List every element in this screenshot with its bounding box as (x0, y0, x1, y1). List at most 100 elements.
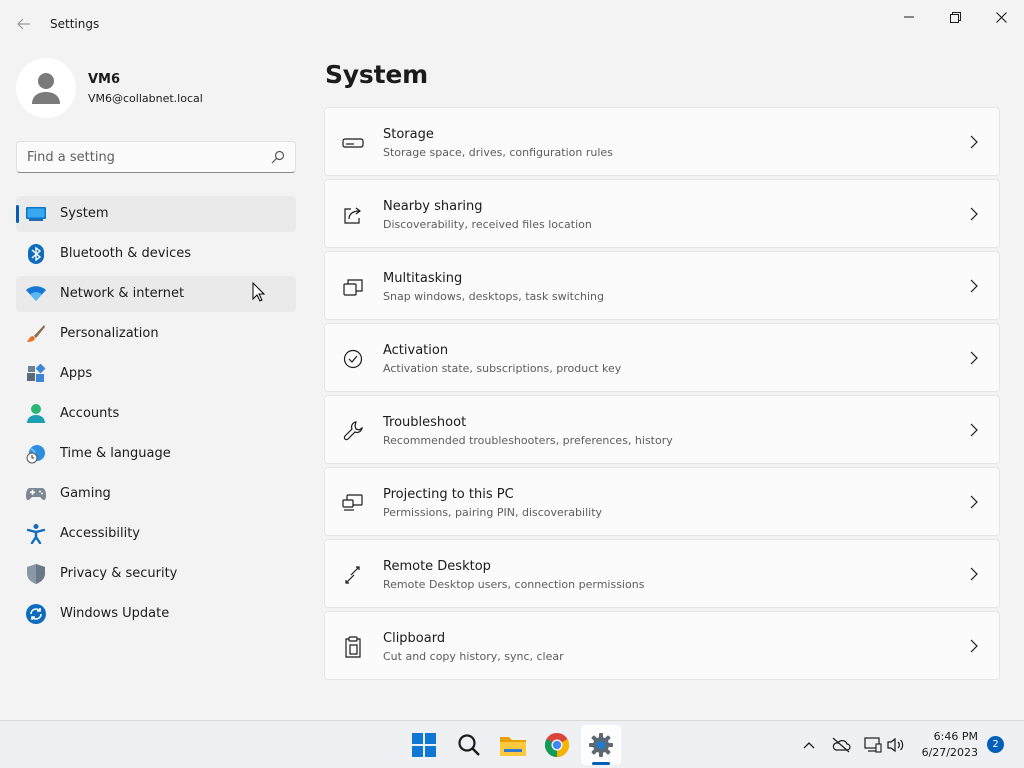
file-explorer-icon (500, 737, 526, 756)
taskbar-start-button[interactable] (404, 725, 444, 765)
clock-time: 6:46 PM (933, 730, 978, 743)
card-title: Clipboard (383, 631, 446, 646)
sidebar-item-bluetooth[interactable]: Bluetooth & devices (16, 236, 296, 272)
share-icon (342, 204, 364, 226)
sidebar-item-label: Windows Update (60, 606, 170, 621)
search-icon[interactable] (271, 150, 285, 164)
sidebar-item-label: Time & language (60, 446, 171, 461)
tray-overflow-button[interactable] (799, 735, 819, 755)
activation-card[interactable]: Activation Activation state, subscriptio… (324, 323, 1000, 392)
cloud-offline-icon (832, 737, 851, 753)
troubleshoot-card[interactable]: Troubleshoot Recommended troubleshooters… (324, 395, 1000, 464)
chevron-right-icon (970, 567, 978, 581)
update-icon (26, 604, 46, 624)
user-profile[interactable]: VM6 VM6@collabnet.local (16, 58, 296, 118)
wrench-icon (342, 420, 364, 442)
close-button[interactable] (978, 4, 1024, 30)
taskbar-search-button[interactable] (449, 725, 489, 765)
page-title: System (325, 60, 428, 89)
chevron-right-icon (970, 135, 978, 149)
clipboard-icon (342, 636, 364, 658)
sidebar-item-system[interactable]: System (16, 196, 296, 232)
search-input[interactable] (27, 148, 267, 166)
user-email: VM6@collabnet.local (88, 92, 203, 105)
card-subtitle: Remote Desktop users, connection permiss… (383, 578, 645, 591)
sidebar-item-label: Privacy & security (60, 566, 178, 581)
chevron-right-icon (970, 279, 978, 293)
multitasking-card[interactable]: Multitasking Snap windows, desktops, tas… (324, 251, 1000, 320)
shield-icon (26, 564, 46, 584)
taskbar-clock[interactable]: 6:46 PM 6/27/2023 (900, 729, 978, 761)
system-icon (26, 204, 46, 224)
remote-desktop-card[interactable]: Remote Desktop Remote Desktop users, con… (324, 539, 1000, 608)
projecting-card[interactable]: Projecting to this PC Permissions, pairi… (324, 467, 1000, 536)
gamepad-icon (26, 484, 46, 504)
taskbar: 6:46 PM 6/27/2023 2 (0, 720, 1024, 768)
back-button[interactable] (10, 12, 38, 36)
sidebar-item-time-language[interactable]: Time & language (16, 436, 296, 472)
card-title: Nearby sharing (383, 199, 483, 214)
sidebar-item-label: System (60, 206, 109, 221)
sidebar-item-label: Network & internet (60, 286, 185, 301)
sidebar-nav: System Bluetooth & devices Network & int… (16, 196, 296, 636)
chevron-right-icon (970, 495, 978, 509)
card-subtitle: Discoverability, received files location (383, 218, 592, 231)
active-app-indicator (592, 762, 610, 765)
sidebar-item-gaming[interactable]: Gaming (16, 476, 296, 512)
sidebar-item-label: Accessibility (60, 526, 140, 541)
sidebar-item-privacy-security[interactable]: Privacy & security (16, 556, 296, 592)
card-subtitle: Activation state, subscriptions, product… (383, 362, 622, 375)
chrome-icon (545, 733, 569, 757)
settings-list: Storage Storage space, drives, configura… (324, 107, 1000, 683)
sidebar-item-label: Personalization (60, 326, 159, 341)
chevron-right-icon (970, 423, 978, 437)
chevron-right-icon (970, 207, 978, 221)
sidebar-item-accessibility[interactable]: Accessibility (16, 516, 296, 552)
card-title: Projecting to this PC (383, 487, 514, 502)
card-title: Activation (383, 343, 449, 358)
avatar (16, 58, 76, 118)
sidebar-item-label: Apps (60, 366, 93, 381)
back-arrow-icon (17, 18, 30, 30)
chevron-right-icon (970, 351, 978, 365)
clipboard-card[interactable]: Clipboard Cut and copy history, sync, cl… (324, 611, 1000, 680)
tray-onedrive[interactable] (831, 735, 851, 755)
minimize-button[interactable] (886, 4, 932, 30)
sidebar-item-accounts[interactable]: Accounts (16, 396, 296, 432)
remote-desktop-icon (342, 564, 364, 586)
title-bar: Settings (0, 0, 1024, 48)
globe-clock-icon (26, 444, 46, 464)
chevron-right-icon (970, 639, 978, 653)
close-icon (995, 11, 1007, 23)
storage-card[interactable]: Storage Storage space, drives, configura… (324, 107, 1000, 176)
search-box[interactable] (16, 141, 296, 173)
sidebar-item-apps[interactable]: Apps (16, 356, 296, 392)
card-title: Remote Desktop (383, 559, 491, 574)
bluetooth-icon (26, 244, 46, 264)
sidebar-item-label: Bluetooth & devices (60, 246, 191, 261)
mouse-cursor-icon (252, 282, 266, 302)
accounts-icon (26, 404, 46, 424)
card-subtitle: Storage space, drives, configuration rul… (383, 146, 613, 159)
maximize-button[interactable] (932, 4, 978, 30)
nearby-sharing-card[interactable]: Nearby sharing Discoverability, received… (324, 179, 1000, 248)
accessibility-icon (26, 524, 46, 544)
notification-badge[interactable]: 2 (987, 736, 1004, 753)
card-title: Multitasking (383, 271, 463, 286)
person-icon (32, 73, 60, 104)
tray-network[interactable] (863, 735, 883, 755)
multitasking-icon (342, 276, 364, 298)
wifi-icon (26, 284, 46, 304)
sidebar-item-label: Gaming (60, 486, 111, 501)
card-subtitle: Cut and copy history, sync, clear (383, 650, 564, 663)
search-icon (458, 734, 480, 756)
sidebar-item-windows-update[interactable]: Windows Update (16, 596, 296, 632)
storage-icon (342, 132, 364, 154)
check-circle-icon (342, 348, 364, 370)
clock-date: 6/27/2023 (921, 746, 978, 759)
sidebar-item-personalization[interactable]: Personalization (16, 316, 296, 352)
projecting-icon (342, 492, 364, 514)
taskbar-file-explorer[interactable] (493, 725, 533, 765)
taskbar-settings[interactable] (581, 725, 621, 765)
taskbar-chrome[interactable] (537, 725, 577, 765)
